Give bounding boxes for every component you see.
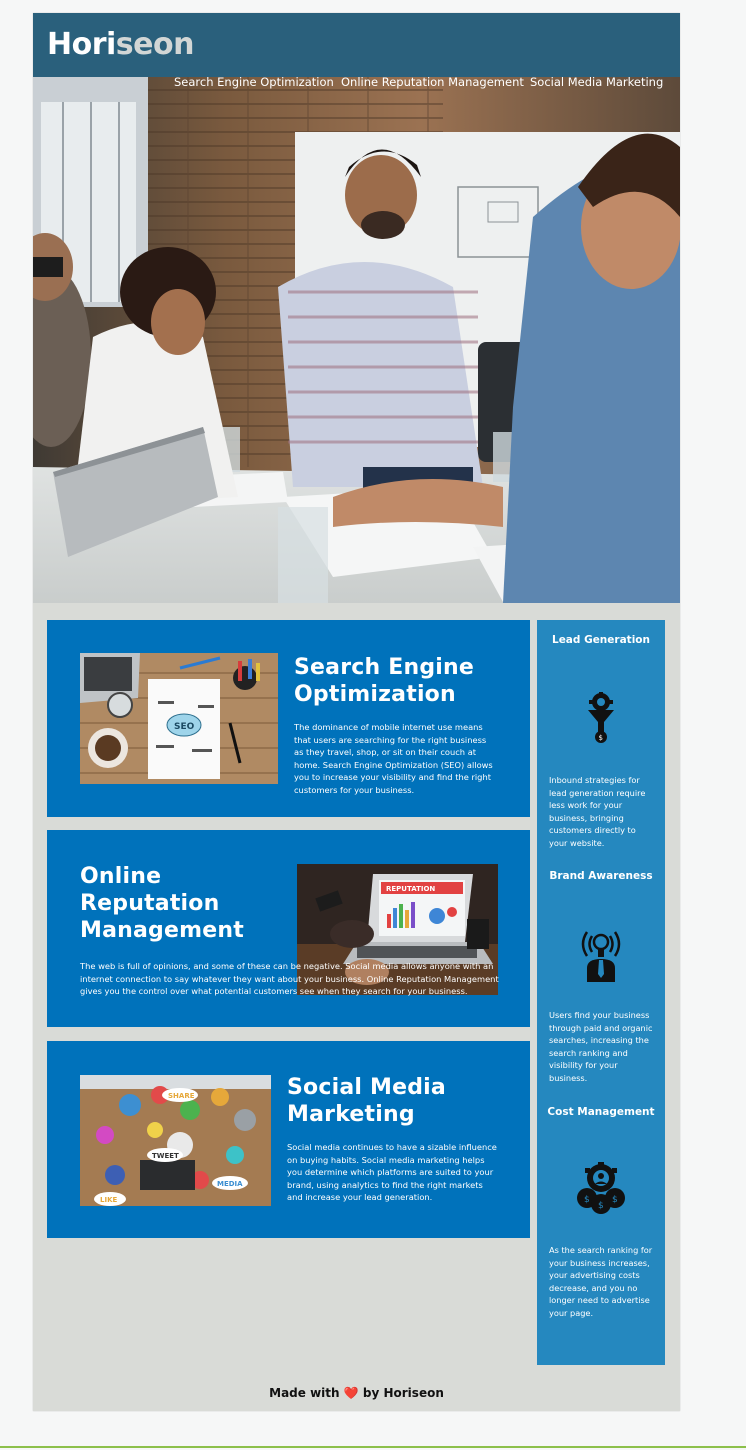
seo-notebook-photo: SEO bbox=[80, 653, 278, 784]
reputation-text: The web is full of opinions, and some of… bbox=[80, 961, 499, 996]
main-nav: Search Engine Optimization Online Reputa… bbox=[33, 74, 680, 90]
social-word-tweet: TWEET bbox=[152, 1152, 179, 1160]
benefit-title-cost: Cost Management bbox=[547, 1106, 655, 1118]
reputation-title: Online Reputation Management bbox=[80, 864, 244, 943]
seo-image-label: SEO bbox=[174, 722, 195, 732]
hero-image bbox=[33, 77, 680, 603]
nav-link-seo[interactable]: Search Engine Optimization bbox=[174, 74, 334, 90]
benefit-title-brand: Brand Awareness bbox=[549, 870, 653, 882]
nav-link-social[interactable]: Social Media Marketing bbox=[530, 74, 663, 90]
benefits-sidebar: Lead Generation $ Inbound strategies for… bbox=[537, 620, 665, 1365]
logo-accent-text: seon bbox=[115, 27, 195, 62]
social-word-share: SHARE bbox=[168, 1092, 195, 1100]
reputation-image-label: REPUTATION bbox=[386, 885, 435, 893]
social-title: Social Media Marketing bbox=[287, 1075, 446, 1127]
svg-text:$: $ bbox=[612, 1195, 618, 1205]
benefit-text-cost: As the search ranking for your business … bbox=[549, 1245, 653, 1318]
benefit-title-lead: Lead Generation bbox=[552, 634, 650, 646]
footer-text-before: Made with bbox=[269, 1386, 340, 1400]
social-text: Social media continues to have a sizable… bbox=[287, 1142, 497, 1202]
site-header: Horiseon bbox=[33, 13, 680, 77]
lightbulb-broadcast-icon bbox=[577, 926, 625, 986]
svg-text:$: $ bbox=[584, 1195, 590, 1205]
svg-text:$: $ bbox=[599, 734, 603, 742]
social-word-media: MEDIA bbox=[217, 1180, 243, 1188]
social-word-like: LIKE bbox=[100, 1196, 117, 1204]
footer-text-after: by Horiseon bbox=[362, 1386, 444, 1400]
page-container: Horiseon Search Engine Optimization Onli… bbox=[33, 13, 680, 1411]
reputation-section: Online Reputation Management REPUTATION bbox=[47, 830, 530, 1027]
svg-text:$: $ bbox=[598, 1201, 604, 1211]
funnel-icon: $ bbox=[586, 691, 616, 748]
site-footer: Made with ❤️ by Horiseon bbox=[33, 1385, 680, 1401]
seo-text: The dominance of mobile internet use mea… bbox=[294, 722, 493, 795]
team-meeting-photo bbox=[33, 77, 680, 603]
seo-section: SEO Search Engine Optimization The domin… bbox=[47, 620, 530, 817]
seo-title: Search Engine Optimization bbox=[294, 655, 474, 707]
coins-gear-icon: $ $ $ bbox=[575, 1162, 627, 1218]
logo-main-text: Hori bbox=[47, 27, 116, 62]
nav-link-reputation[interactable]: Online Reputation Management bbox=[341, 74, 524, 90]
heart-icon: ❤️ bbox=[343, 1386, 359, 1400]
bottom-divider bbox=[0, 1446, 746, 1448]
social-media-icons-photo: SHARE TWEET LIKE MEDIA bbox=[80, 1075, 271, 1206]
social-section: SHARE TWEET LIKE MEDIA Social Media Mark… bbox=[47, 1041, 530, 1238]
site-logo[interactable]: Horiseon bbox=[47, 27, 194, 63]
benefit-text-brand: Users find your business through paid an… bbox=[549, 1010, 653, 1083]
benefit-text-lead: Inbound strategies for lead generation r… bbox=[549, 775, 646, 848]
